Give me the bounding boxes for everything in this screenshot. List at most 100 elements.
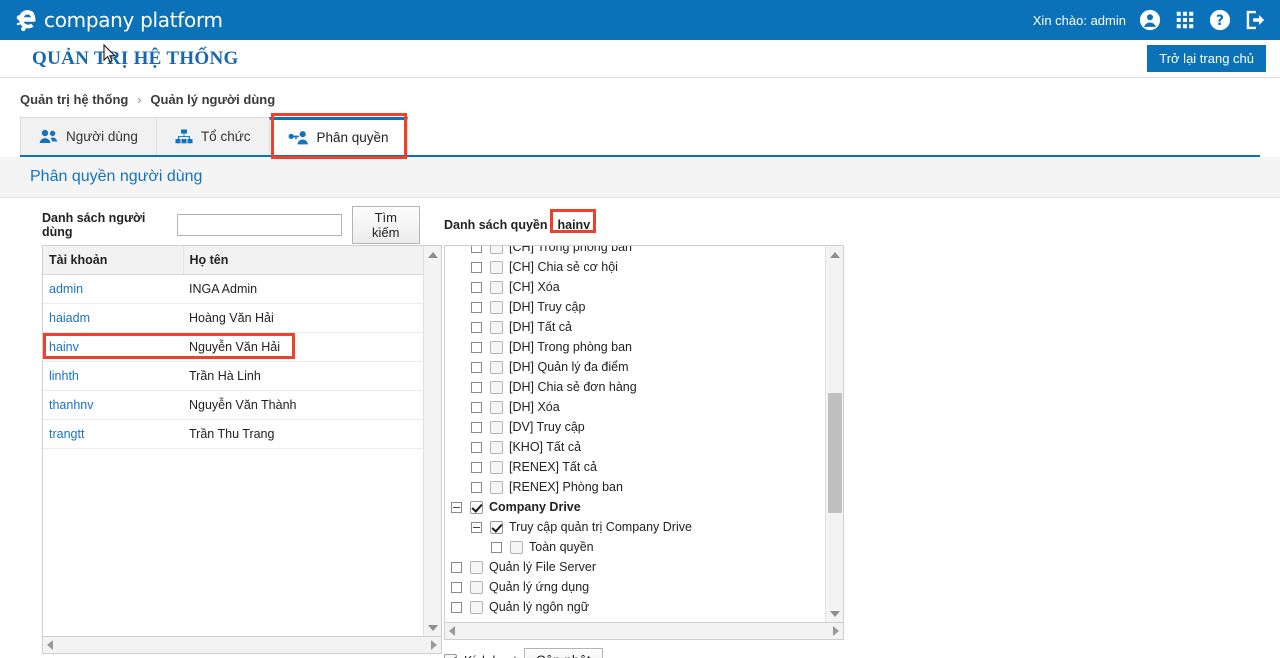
permission-tree-node[interactable]: Quản lý ứng dụng bbox=[445, 577, 843, 597]
tree-expander-icon[interactable] bbox=[471, 261, 482, 273]
breadcrumb-item-1[interactable]: Quản lý người dùng bbox=[150, 92, 275, 107]
permission-checkbox[interactable] bbox=[490, 380, 503, 394]
table-row[interactable]: linhth Trần Hà Linh bbox=[43, 361, 424, 391]
user-list-vertical-scrollbar[interactable] bbox=[423, 246, 441, 636]
update-button[interactable]: Cập nhật bbox=[523, 648, 603, 658]
permission-tree-node[interactable]: [DH] Trong phòng ban bbox=[445, 337, 843, 357]
permission-tree-node[interactable]: Toàn quyền bbox=[445, 537, 843, 557]
permission-checkbox[interactable] bbox=[490, 340, 503, 354]
tree-expander-icon[interactable] bbox=[471, 401, 482, 413]
table-row[interactable]: thanhnv Nguyễn Văn Thành bbox=[43, 390, 424, 420]
permission-checkbox[interactable] bbox=[490, 260, 503, 274]
permission-tree-vertical-scrollbar[interactable] bbox=[825, 246, 843, 622]
tree-expander-icon[interactable] bbox=[471, 281, 482, 293]
permission-tree-horizontal-scrollbar[interactable] bbox=[444, 623, 844, 640]
permission-tree-node[interactable]: [RENEX] Tất cả bbox=[445, 457, 843, 477]
permission-checkbox[interactable] bbox=[490, 480, 503, 494]
collapse-toggle-icon[interactable] bbox=[471, 521, 482, 533]
permission-tree-node[interactable]: [DH] Xóa bbox=[445, 397, 843, 417]
tab-nguoi-dung[interactable]: Người dùng bbox=[20, 117, 157, 155]
permission-tree-node[interactable]: Truy cập quản trị Company Drive bbox=[445, 517, 843, 537]
apps-grid-icon[interactable] bbox=[1174, 9, 1196, 31]
permission-tree-node[interactable]: [DH] Tất cả bbox=[445, 317, 843, 337]
collapse-toggle-icon[interactable] bbox=[451, 501, 462, 513]
tree-expander-icon[interactable] bbox=[471, 246, 482, 253]
permission-checkbox[interactable] bbox=[490, 400, 503, 414]
permission-checkbox[interactable] bbox=[490, 320, 503, 334]
permission-tree-node[interactable]: [CH] Chia sẻ cơ hội bbox=[445, 257, 843, 277]
permission-checkbox[interactable] bbox=[470, 580, 483, 594]
permission-tree-node[interactable]: [CH] Trong phòng ban bbox=[445, 246, 843, 257]
tree-expander-icon[interactable] bbox=[451, 601, 462, 613]
permission-checkbox[interactable] bbox=[490, 520, 503, 534]
tree-expander-icon[interactable] bbox=[451, 561, 462, 573]
tab-phan-quyen[interactable]: Phân quyền bbox=[268, 117, 408, 155]
tree-expander-icon[interactable] bbox=[451, 581, 462, 593]
user-list-horizontal-scrollbar[interactable] bbox=[42, 637, 442, 654]
tree-expander-icon[interactable] bbox=[471, 461, 482, 473]
permission-checkbox[interactable] bbox=[470, 500, 483, 514]
tab-to-chuc[interactable]: Tổ chức bbox=[155, 117, 270, 155]
cell-account[interactable]: admin bbox=[43, 274, 183, 304]
cell-account[interactable]: thanhnv bbox=[43, 390, 183, 420]
table-row-selected[interactable]: hainv Nguyễn Văn Hải bbox=[43, 332, 424, 362]
activate-checkbox[interactable] bbox=[444, 654, 457, 658]
tree-expander-icon[interactable] bbox=[471, 341, 482, 353]
cell-account[interactable]: linhth bbox=[43, 361, 183, 391]
tree-expander-icon[interactable] bbox=[471, 481, 482, 493]
scroll-up-arrow-icon[interactable] bbox=[826, 246, 843, 263]
scroll-thumb[interactable] bbox=[828, 393, 842, 513]
breadcrumb-item-0[interactable]: Quản trị hệ thống bbox=[20, 92, 128, 107]
permission-checkbox[interactable] bbox=[490, 300, 503, 314]
tree-expander-icon[interactable] bbox=[471, 421, 482, 433]
permission-tree-node[interactable]: [KHO] Tất cả bbox=[445, 437, 843, 457]
scroll-right-arrow-icon[interactable] bbox=[833, 626, 839, 636]
scroll-left-arrow-icon[interactable] bbox=[449, 626, 455, 636]
user-link-hainv[interactable]: hainv bbox=[49, 340, 79, 354]
permission-checkbox[interactable] bbox=[490, 246, 503, 254]
logout-icon[interactable] bbox=[1244, 9, 1266, 31]
permission-tree-node[interactable]: [DH] Chia sẻ đơn hàng bbox=[445, 377, 843, 397]
permission-tree-node[interactable]: Quản lý ngôn ngữ bbox=[445, 597, 843, 617]
tree-expander-icon[interactable] bbox=[471, 321, 482, 333]
tree-expander-icon[interactable] bbox=[471, 301, 482, 313]
permission-tree-node[interactable]: [RENEX] Phòng ban bbox=[445, 477, 843, 497]
table-row[interactable]: haiadm Hoàng Văn Hải bbox=[43, 303, 424, 333]
tree-expander-icon[interactable] bbox=[471, 381, 482, 393]
help-question-icon[interactable]: ? bbox=[1209, 9, 1231, 31]
tree-expander-icon[interactable] bbox=[491, 541, 502, 553]
permission-tree-node[interactable]: Company Drive bbox=[445, 497, 843, 517]
cell-account[interactable]: trangtt bbox=[43, 419, 183, 449]
user-link-trangtt[interactable]: trangtt bbox=[49, 427, 84, 441]
permission-checkbox[interactable] bbox=[490, 440, 503, 454]
permission-tree-node[interactable]: [CH] Xóa bbox=[445, 277, 843, 297]
permission-tree-node[interactable]: [DH] Quản lý đa điểm bbox=[445, 357, 843, 377]
cell-account[interactable]: hainv bbox=[43, 332, 295, 362]
table-row[interactable]: admin INGA Admin bbox=[43, 274, 424, 304]
scroll-down-arrow-icon[interactable] bbox=[826, 605, 843, 622]
user-link-admin[interactable]: admin bbox=[49, 282, 83, 296]
permission-tree-node[interactable]: [DV] Truy cập bbox=[445, 417, 843, 437]
tree-expander-icon[interactable] bbox=[471, 361, 482, 373]
permission-checkbox[interactable] bbox=[490, 360, 503, 374]
permission-checkbox[interactable] bbox=[470, 560, 483, 574]
permission-checkbox[interactable] bbox=[490, 460, 503, 474]
tree-expander-icon[interactable] bbox=[471, 441, 482, 453]
permission-tree-node[interactable]: [DH] Truy cập bbox=[445, 297, 843, 317]
scroll-up-arrow-icon[interactable] bbox=[424, 246, 441, 263]
user-link-linhth[interactable]: linhth bbox=[49, 369, 79, 383]
table-row[interactable]: trangtt Trần Thu Trang bbox=[43, 419, 424, 449]
scroll-down-arrow-icon[interactable] bbox=[424, 619, 441, 636]
back-to-home-button[interactable]: Trở lại trang chủ bbox=[1147, 45, 1266, 72]
permission-tree-node[interactable]: Quản lý File Server bbox=[445, 557, 843, 577]
scroll-left-arrow-icon[interactable] bbox=[47, 640, 53, 650]
cell-account[interactable]: haiadm bbox=[43, 303, 183, 333]
user-link-haiadm[interactable]: haiadm bbox=[49, 311, 90, 325]
user-account-icon[interactable] bbox=[1139, 9, 1161, 31]
permission-checkbox[interactable] bbox=[490, 420, 503, 434]
brand-logo-area[interactable]: company platform bbox=[14, 5, 223, 35]
permission-checkbox[interactable] bbox=[510, 540, 523, 554]
search-input[interactable] bbox=[176, 214, 342, 236]
search-button[interactable]: Tìm kiếm bbox=[351, 206, 420, 244]
permission-checkbox[interactable] bbox=[470, 600, 483, 614]
